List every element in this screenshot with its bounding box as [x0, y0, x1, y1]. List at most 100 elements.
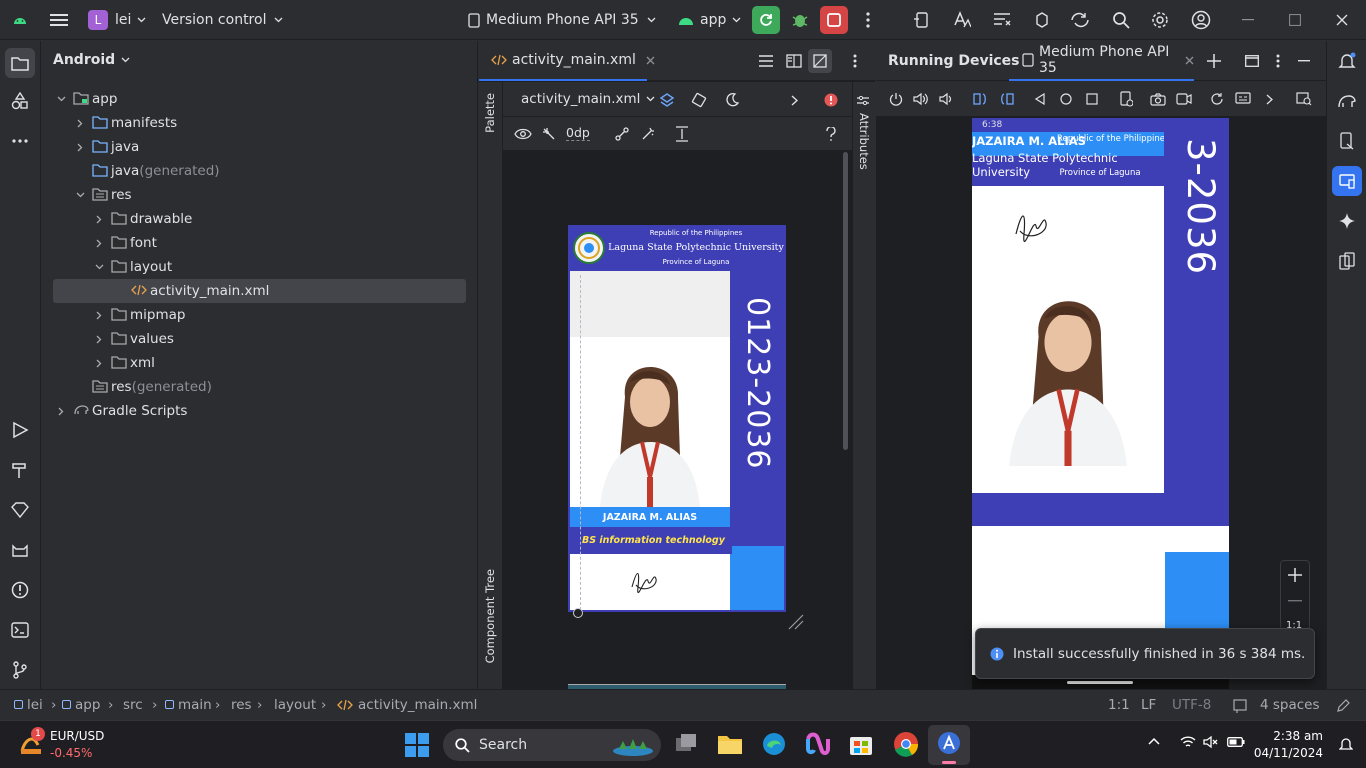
project-folder-icon[interactable] — [5, 48, 35, 78]
layout-preview[interactable]: Republic of the Philippines Laguna State… — [568, 225, 786, 612]
palette-tab[interactable]: Palette — [483, 93, 497, 133]
minimize-icon[interactable] — [1236, 8, 1260, 32]
version-control-icon[interactable] — [8, 658, 32, 682]
fold-icon[interactable] — [1114, 87, 1138, 111]
breadcrumb-file[interactable]: activity_main.xml — [337, 697, 477, 713]
close-window-icon[interactable] — [1330, 8, 1354, 32]
android-studio-taskbar-item[interactable] — [928, 725, 970, 765]
run-icon[interactable] — [8, 418, 32, 442]
cursor-position[interactable]: 1:1 — [1108, 697, 1130, 713]
stop-icon[interactable] — [820, 6, 848, 34]
device-explorer-icon[interactable] — [1335, 129, 1359, 153]
install-notification[interactable]: Install successfully finished in 36 s 38… — [975, 628, 1315, 679]
sync-icon[interactable] — [1068, 8, 1092, 32]
rotate-right-icon[interactable] — [995, 87, 1019, 111]
layers-icon[interactable] — [655, 88, 679, 112]
infer-constraints-icon[interactable] — [636, 122, 660, 146]
resource-manager-icon[interactable] — [8, 89, 32, 113]
vcs-menu[interactable]: Version control — [162, 0, 283, 40]
tree-item-app[interactable]: app — [41, 87, 478, 111]
line-separator[interactable]: LF — [1141, 697, 1156, 713]
tree-item-gradle-scripts[interactable]: Gradle Scripts — [41, 399, 478, 423]
code-view-icon[interactable] — [754, 49, 778, 73]
breadcrumb-res[interactable]: res — [231, 697, 252, 713]
more-icon[interactable] — [1266, 49, 1290, 73]
tree-item-drawable[interactable]: drawable — [41, 207, 478, 231]
close-tab-icon[interactable] — [1185, 56, 1194, 65]
notification-center-icon[interactable] — [1339, 736, 1353, 752]
file-dropdown[interactable]: activity_main.xml — [521, 91, 655, 107]
breadcrumb-src[interactable]: src — [123, 697, 143, 713]
copilot-icon[interactable] — [804, 731, 830, 757]
problems-icon[interactable] — [8, 578, 32, 602]
power-icon[interactable] — [884, 87, 908, 111]
breadcrumb-main[interactable]: main — [165, 697, 212, 713]
tree-item-font[interactable]: font — [41, 231, 478, 255]
screenshot-camera-icon[interactable] — [1146, 87, 1170, 111]
screen-record-icon[interactable] — [1172, 87, 1196, 111]
wifi-icon[interactable] — [1180, 736, 1196, 748]
device-mirroring-icon[interactable] — [1335, 249, 1359, 273]
tree-item-res[interactable]: res — [41, 183, 478, 207]
window-layout-icon[interactable] — [1240, 49, 1264, 73]
tree-item-layout[interactable]: layout — [41, 255, 478, 279]
project-selector[interactable]: L lei — [88, 0, 146, 40]
chevron-right-icon[interactable] — [1257, 87, 1281, 111]
file-explorer-icon[interactable] — [717, 731, 743, 757]
tree-item-activity-main[interactable]: activity_main.xml — [53, 279, 466, 303]
clock-time[interactable]: 2:38 am — [1262, 729, 1323, 743]
attributes-tab[interactable]: Attributes — [857, 113, 871, 170]
gesture-handle[interactable] — [1067, 681, 1133, 684]
build-hammer-icon[interactable] — [8, 458, 32, 482]
indent-setting[interactable]: 4 spaces — [1260, 697, 1320, 713]
tree-item-manifests[interactable]: manifests — [41, 111, 478, 135]
snapshot-icon[interactable] — [1205, 87, 1229, 111]
help-icon[interactable] — [819, 122, 843, 146]
overview-icon[interactable] — [1080, 87, 1104, 111]
taskbar-search[interactable]: Search — [443, 729, 661, 761]
home-icon[interactable] — [1054, 87, 1078, 111]
clear-constraints-icon[interactable] — [610, 122, 634, 146]
tree-item-java-generated[interactable]: java (generated) — [41, 159, 478, 183]
running-devices-icon[interactable] — [1332, 166, 1362, 196]
run-config-selector[interactable]: app — [677, 0, 741, 40]
volume-down-icon[interactable] — [934, 87, 958, 111]
back-icon[interactable] — [1028, 87, 1052, 111]
logcat-icon[interactable] — [8, 538, 32, 562]
account-icon[interactable] — [1189, 8, 1213, 32]
notifications-bell-icon[interactable] — [1335, 49, 1359, 73]
logcat-filter-icon[interactable] — [990, 8, 1014, 32]
translate-icon[interactable] — [950, 8, 974, 32]
rerun-icon[interactable] — [752, 6, 780, 34]
tab-emulator-device[interactable]: Medium Phone API 35 — [1009, 41, 1194, 81]
rotate-left-icon[interactable] — [968, 87, 992, 111]
autoconnect-icon[interactable] — [537, 122, 561, 146]
tree-item-xml[interactable]: xml — [41, 351, 478, 375]
device-selector[interactable]: Medium Phone API 35 — [468, 0, 656, 40]
ticker-name[interactable]: EUR/USD — [50, 729, 104, 743]
volume-muted-icon[interactable] — [1203, 735, 1219, 749]
gem-icon[interactable] — [8, 498, 32, 522]
terminal-icon[interactable] — [8, 618, 32, 642]
component-tree-tab[interactable]: Component Tree — [483, 569, 497, 663]
device-frame-icon[interactable] — [1231, 87, 1255, 111]
device-manager-icon[interactable] — [910, 8, 934, 32]
breadcrumb-app[interactable]: app — [62, 697, 100, 713]
debug-icon[interactable] — [788, 8, 812, 32]
tree-item-res-generated[interactable]: res (generated) — [41, 375, 478, 399]
show-hidden-icons-chevron-up-icon[interactable] — [1148, 737, 1160, 745]
breadcrumb-layout[interactable]: layout — [274, 697, 316, 713]
orientation-icon[interactable] — [687, 88, 711, 112]
volume-up-icon[interactable] — [909, 87, 933, 111]
align-icon[interactable] — [670, 122, 694, 146]
gradle-elephant-icon[interactable] — [1335, 89, 1359, 113]
battery-icon[interactable] — [1227, 737, 1245, 747]
tree-item-mipmap[interactable]: mipmap — [41, 303, 478, 327]
hide-panel-icon[interactable] — [1292, 49, 1316, 73]
emulator-screen[interactable]: 6:38 JAZAIRA M. ALIAS Republic of the Ph… — [972, 118, 1229, 689]
search-icon[interactable] — [1109, 8, 1133, 32]
inspection-icon[interactable] — [1228, 694, 1252, 718]
more-actions-icon[interactable] — [856, 8, 880, 32]
tab-activity-main[interactable]: activity_main.xml — [479, 41, 655, 81]
view-options-eye-icon[interactable] — [511, 122, 535, 146]
